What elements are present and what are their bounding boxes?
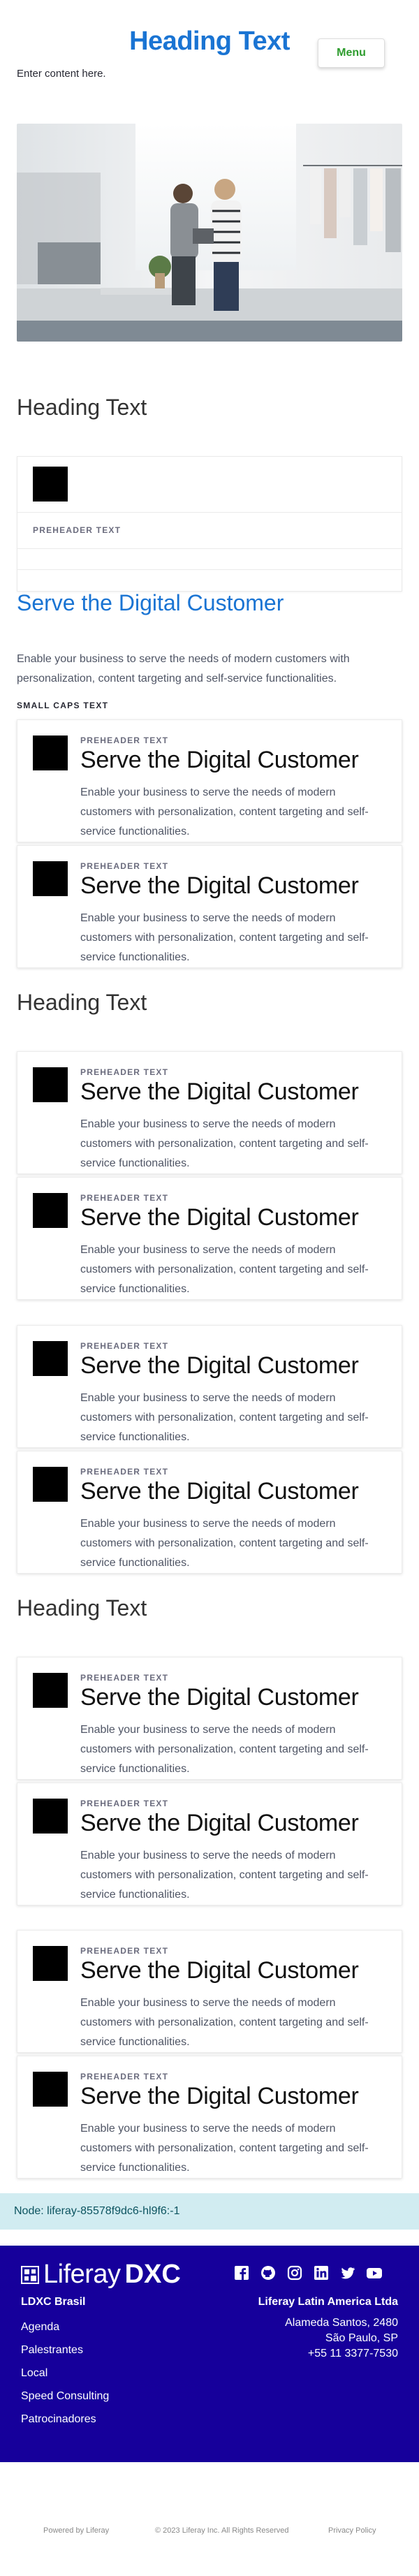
card-title: Serve the Digital Customer bbox=[80, 1204, 359, 1231]
card-title: Serve the Digital Customer bbox=[80, 1684, 359, 1711]
card-title: Serve the Digital Customer bbox=[80, 1352, 359, 1379]
instagram-icon[interactable] bbox=[286, 2264, 304, 2282]
card-preheader: PREHEADER TEXT bbox=[80, 2072, 169, 2081]
section-heading: Heading Text bbox=[17, 1595, 147, 1620]
content-card[interactable]: PREHEADER TEXT Serve the Digital Custome… bbox=[17, 1325, 402, 1448]
linkedin-icon[interactable] bbox=[312, 2264, 330, 2282]
card-preheader: PREHEADER TEXT bbox=[80, 1673, 169, 1683]
card-description: Enable your business to serve the needs … bbox=[80, 1724, 369, 1775]
page-header: Heading Text Menu Enter content here. bbox=[0, 0, 419, 140]
card-title: Serve the Digital Customer bbox=[80, 2083, 359, 2109]
bottom-bar: Powered by Liferay © 2023 Liferay Inc. A… bbox=[0, 2462, 419, 2576]
card-thumbnail bbox=[33, 736, 68, 770]
feature-description: Enable your business to serve the needs … bbox=[17, 653, 350, 685]
facebook-icon[interactable] bbox=[233, 2264, 251, 2282]
card-preheader: PREHEADER TEXT bbox=[80, 1799, 169, 1808]
card-thumbnail bbox=[33, 2072, 68, 2107]
card-thumbnail bbox=[33, 1799, 68, 1834]
footer-logo[interactable]: Liferay DXC bbox=[21, 2260, 181, 2290]
content-card[interactable]: PREHEADER TEXT Serve the Digital Custome… bbox=[17, 1930, 402, 2053]
content-card[interactable]: PREHEADER TEXT Serve the Digital Custome… bbox=[17, 1177, 402, 1300]
menu-button[interactable]: Menu bbox=[318, 38, 385, 68]
footer-link-agenda[interactable]: Agenda bbox=[21, 2315, 109, 2339]
section-heading: Heading Text bbox=[17, 395, 147, 420]
list-item[interactable] bbox=[17, 549, 402, 570]
intro-text: Enter content here. bbox=[17, 68, 106, 80]
card-description: Enable your business to serve the needs … bbox=[80, 1997, 369, 2048]
content-card[interactable]: PREHEADER TEXT Serve the Digital Custome… bbox=[17, 719, 402, 842]
small-caps-label: SMALL CAPS TEXT bbox=[17, 701, 109, 710]
logo-text: Liferay bbox=[43, 2260, 121, 2289]
content-card[interactable]: PREHEADER TEXT Serve the Digital Custome… bbox=[17, 845, 402, 968]
content-list: PREHEADER TEXT bbox=[17, 456, 402, 592]
list-item[interactable]: PREHEADER TEXT bbox=[17, 513, 402, 549]
card-description: Enable your business to serve the needs … bbox=[80, 2123, 369, 2174]
address-line: São Paulo, SP bbox=[325, 2332, 398, 2344]
logo-suffix: DXC bbox=[124, 2260, 181, 2289]
card-thumbnail bbox=[33, 861, 68, 896]
card-thumbnail bbox=[33, 1946, 68, 1981]
card-thumbnail bbox=[33, 1193, 68, 1228]
card-preheader: PREHEADER TEXT bbox=[80, 1341, 169, 1351]
card-preheader: PREHEADER TEXT bbox=[80, 1067, 169, 1077]
footer-link-patrocinadores[interactable]: Patrocinadores bbox=[21, 2408, 109, 2431]
card-thumbnail bbox=[33, 1341, 68, 1376]
card-preheader: PREHEADER TEXT bbox=[80, 861, 169, 871]
thumbnail bbox=[33, 467, 68, 502]
youtube-icon[interactable] bbox=[365, 2264, 383, 2282]
card-title: Serve the Digital Customer bbox=[80, 872, 359, 899]
card-description: Enable your business to serve the needs … bbox=[80, 1244, 369, 1295]
feature-title: Serve the Digital Customer bbox=[17, 590, 284, 615]
footer-nav: Agenda Palestrantes Local Speed Consulti… bbox=[21, 2315, 109, 2431]
section-heading: Heading Text bbox=[17, 990, 147, 1015]
footer-link-speed-consulting[interactable]: Speed Consulting bbox=[21, 2385, 109, 2408]
list-item[interactable] bbox=[17, 457, 402, 513]
content-card[interactable]: PREHEADER TEXT Serve the Digital Custome… bbox=[17, 1051, 402, 1174]
card-preheader: PREHEADER TEXT bbox=[80, 1193, 169, 1203]
hero-image bbox=[17, 124, 402, 342]
card-title: Serve the Digital Customer bbox=[80, 1810, 359, 1836]
card-description: Enable your business to serve the needs … bbox=[80, 1118, 369, 1169]
social-links bbox=[233, 2264, 383, 2282]
card-description: Enable your business to serve the needs … bbox=[80, 912, 369, 963]
footer-link-local[interactable]: Local bbox=[21, 2362, 109, 2385]
powered-by-link[interactable]: Powered by Liferay bbox=[43, 2526, 109, 2535]
card-thumbnail bbox=[33, 1067, 68, 1102]
preheader-text: PREHEADER TEXT bbox=[33, 525, 122, 535]
page-title: Heading Text bbox=[129, 27, 290, 56]
footer-address: Liferay Latin America Ltda Alameda Santo… bbox=[258, 2296, 398, 2362]
footer-link-palestrantes[interactable]: Palestrantes bbox=[21, 2339, 109, 2362]
content-card[interactable]: PREHEADER TEXT Serve the Digital Custome… bbox=[17, 1657, 402, 1780]
github-icon[interactable] bbox=[259, 2264, 277, 2282]
phone-number: +55 11 3377-7530 bbox=[307, 2348, 398, 2359]
content-card[interactable]: PREHEADER TEXT Serve the Digital Custome… bbox=[17, 2056, 402, 2179]
site-footer: Liferay DXC LDXC Brasil Agenda Palestran… bbox=[0, 2246, 419, 2462]
card-title: Serve the Digital Customer bbox=[80, 1078, 359, 1105]
twitter-icon[interactable] bbox=[339, 2264, 357, 2282]
card-description: Enable your business to serve the needs … bbox=[80, 1518, 369, 1569]
card-thumbnail bbox=[33, 1673, 68, 1708]
content-card[interactable]: PREHEADER TEXT Serve the Digital Custome… bbox=[17, 1783, 402, 1905]
address-line: Alameda Santos, 2480 bbox=[285, 2317, 398, 2329]
card-title: Serve the Digital Customer bbox=[80, 1478, 359, 1505]
card-title: Serve the Digital Customer bbox=[80, 1957, 359, 1984]
card-preheader: PREHEADER TEXT bbox=[80, 1467, 169, 1477]
liferay-logo-icon bbox=[21, 2265, 39, 2284]
footer-brand-subtitle: LDXC Brasil bbox=[21, 2296, 86, 2308]
card-preheader: PREHEADER TEXT bbox=[80, 736, 169, 745]
node-info-bar: Node: liferay-85578f9dc6-hl9f6:-1 bbox=[0, 2193, 419, 2230]
card-description: Enable your business to serve the needs … bbox=[80, 786, 369, 837]
card-preheader: PREHEADER TEXT bbox=[80, 1946, 169, 1956]
copyright-text: © 2023 Liferay Inc. All Rights Reserved bbox=[155, 2526, 289, 2535]
card-thumbnail bbox=[33, 1467, 68, 1502]
card-title: Serve the Digital Customer bbox=[80, 747, 359, 773]
card-description: Enable your business to serve the needs … bbox=[80, 1850, 369, 1901]
privacy-policy-link[interactable]: Privacy Policy bbox=[328, 2526, 376, 2535]
list-item[interactable] bbox=[17, 570, 402, 592]
company-name: Liferay Latin America Ltda bbox=[258, 2296, 398, 2308]
card-description: Enable your business to serve the needs … bbox=[80, 1392, 369, 1443]
content-card[interactable]: PREHEADER TEXT Serve the Digital Custome… bbox=[17, 1451, 402, 1574]
